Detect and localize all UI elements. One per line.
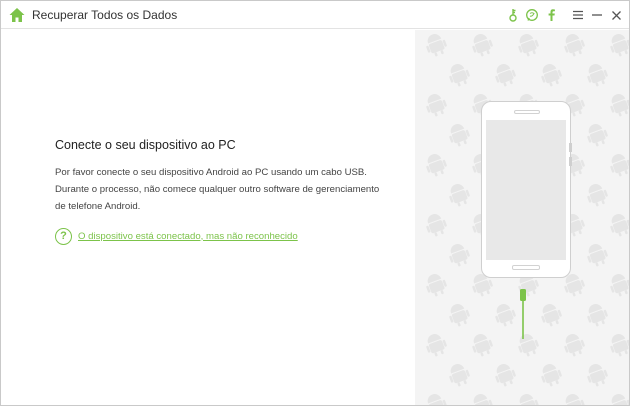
key-icon — [509, 9, 517, 22]
android-pattern-icon — [445, 241, 473, 269]
android-pattern-icon — [560, 31, 588, 59]
android-pattern-icon — [491, 301, 519, 329]
android-pattern-icon — [514, 391, 542, 405]
close-button[interactable] — [607, 5, 625, 25]
android-pattern-icon — [422, 271, 450, 299]
android-pattern-icon — [514, 31, 542, 59]
android-pattern-icon — [422, 151, 450, 179]
android-pattern-icon — [445, 61, 473, 89]
android-pattern-icon — [583, 361, 611, 389]
phone-home-button — [512, 265, 540, 270]
facebook-icon — [548, 9, 555, 21]
instructions-text: Por favor conecte o seu dispositivo Andr… — [55, 167, 380, 212]
android-pattern-icon — [560, 331, 588, 359]
android-pattern-icon — [583, 301, 611, 329]
android-pattern-icon — [606, 331, 629, 359]
key-button[interactable] — [504, 5, 522, 25]
help-row: ? O dispositivo está conectado, mas não … — [55, 227, 298, 245]
android-pattern-icon — [491, 361, 519, 389]
android-pattern-icon — [468, 31, 496, 59]
question-icon[interactable]: ? — [55, 227, 72, 245]
android-pattern-icon — [491, 61, 519, 89]
phone-illustration — [481, 101, 571, 278]
android-pattern-icon — [468, 391, 496, 405]
android-pattern-icon — [606, 31, 629, 59]
instructions-panel: Conecte o seu dispositivo ao PC Por favo… — [1, 30, 415, 405]
close-icon — [611, 10, 621, 20]
android-pattern-icon — [445, 121, 473, 149]
android-pattern-icon — [445, 361, 473, 389]
android-pattern-icon — [537, 301, 565, 329]
android-pattern-icon — [422, 211, 450, 239]
app-window: Recuperar Todos os Dados Conecte o seu d… — [0, 0, 630, 406]
android-pattern-icon — [445, 181, 473, 209]
minimize-icon — [592, 14, 602, 16]
android-pattern-icon — [422, 31, 450, 59]
phone-side-button — [569, 143, 572, 152]
android-pattern-icon — [537, 61, 565, 89]
android-pattern-icon — [583, 61, 611, 89]
facebook-button[interactable] — [542, 5, 560, 25]
android-pattern-icon — [537, 361, 565, 389]
android-pattern-icon — [445, 301, 473, 329]
title-bar-icons — [503, 5, 625, 25]
android-pattern-icon — [606, 211, 629, 239]
minimize-button[interactable] — [588, 5, 606, 25]
android-pattern-icon — [583, 241, 611, 269]
app-title: Recuperar Todos os Dados — [32, 8, 178, 22]
home-icon[interactable] — [8, 6, 26, 24]
usb-cable-icon — [520, 289, 526, 339]
phone-side-button — [569, 157, 572, 166]
android-pattern-icon — [422, 91, 450, 119]
phone-screen — [486, 120, 566, 260]
menu-button[interactable] — [569, 5, 587, 25]
page-title: Conecte o seu dispositivo ao PC — [55, 138, 236, 152]
chat-button[interactable] — [523, 5, 541, 25]
android-pattern-icon — [606, 151, 629, 179]
android-pattern-icon — [606, 391, 629, 405]
android-pattern-icon — [422, 391, 450, 405]
android-pattern-icon — [606, 91, 629, 119]
android-pattern-icon — [583, 121, 611, 149]
device-illustration-panel — [415, 30, 629, 405]
android-pattern-icon — [583, 181, 611, 209]
android-pattern-icon — [606, 271, 629, 299]
android-pattern-icon — [560, 391, 588, 405]
device-not-recognized-link[interactable]: O dispositivo está conectado, mas não re… — [78, 231, 298, 242]
android-pattern-icon — [422, 331, 450, 359]
menu-icon — [573, 10, 583, 20]
phone-speaker — [514, 110, 540, 114]
chat-icon — [526, 9, 538, 21]
title-bar: Recuperar Todos os Dados — [1, 1, 629, 29]
android-pattern-icon — [468, 331, 496, 359]
